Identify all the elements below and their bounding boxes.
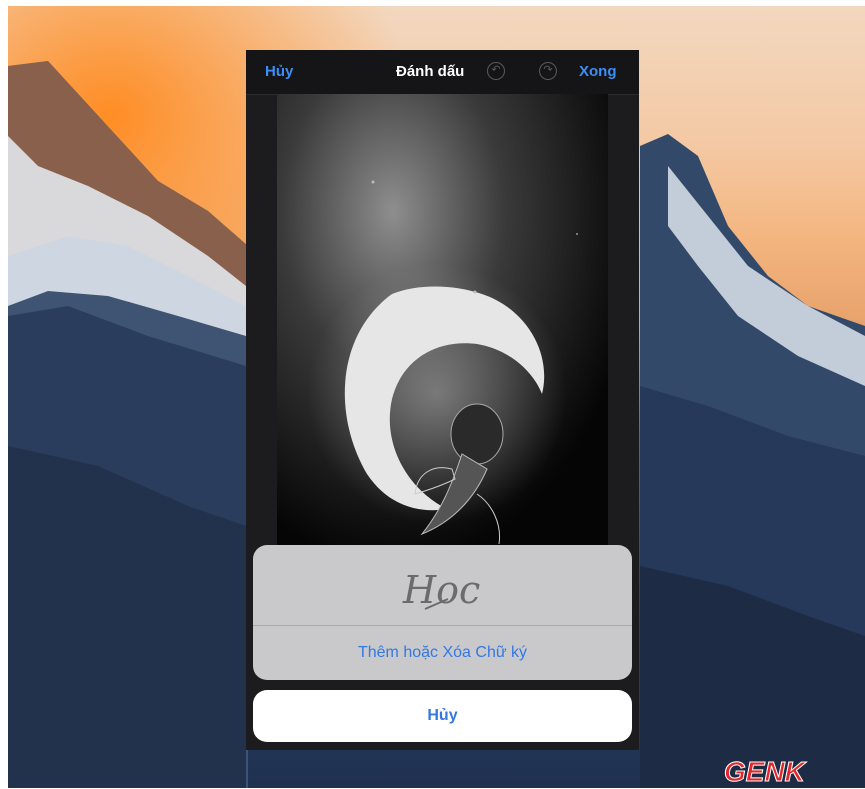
saved-signature[interactable]: Hoc	[253, 545, 632, 626]
undo-icon[interactable]: ↶	[487, 62, 505, 80]
sheet-cancel-button[interactable]: Hủy	[253, 690, 632, 742]
signature-preview: Hoc	[402, 568, 480, 612]
genk-logo-graphic: GENK	[724, 756, 808, 788]
signature-text: Hoc	[402, 568, 480, 612]
genk-logo: GENK	[722, 756, 860, 788]
done-button[interactable]: Xong	[579, 63, 617, 80]
page-title: Đánh dấu	[396, 63, 465, 80]
navigation-bar: Hủy Đánh dấu ↶ ↷ Xong	[246, 50, 639, 95]
markup-editor-window: Hủy Đánh dấu ↶ ↷ Xong Hoc Thêm hoặc Xóa …	[246, 50, 639, 750]
logo-text: GENK	[724, 756, 807, 784]
image-canvas[interactable]	[277, 94, 608, 564]
koi-moon-image	[277, 94, 608, 564]
cancel-button[interactable]: Hủy	[265, 63, 293, 80]
signature-sheet: Hoc Thêm hoặc Xóa Chữ ký	[253, 545, 632, 680]
redo-icon[interactable]: ↷	[539, 62, 557, 80]
add-remove-signature-button[interactable]: Thêm hoặc Xóa Chữ ký	[253, 626, 632, 680]
